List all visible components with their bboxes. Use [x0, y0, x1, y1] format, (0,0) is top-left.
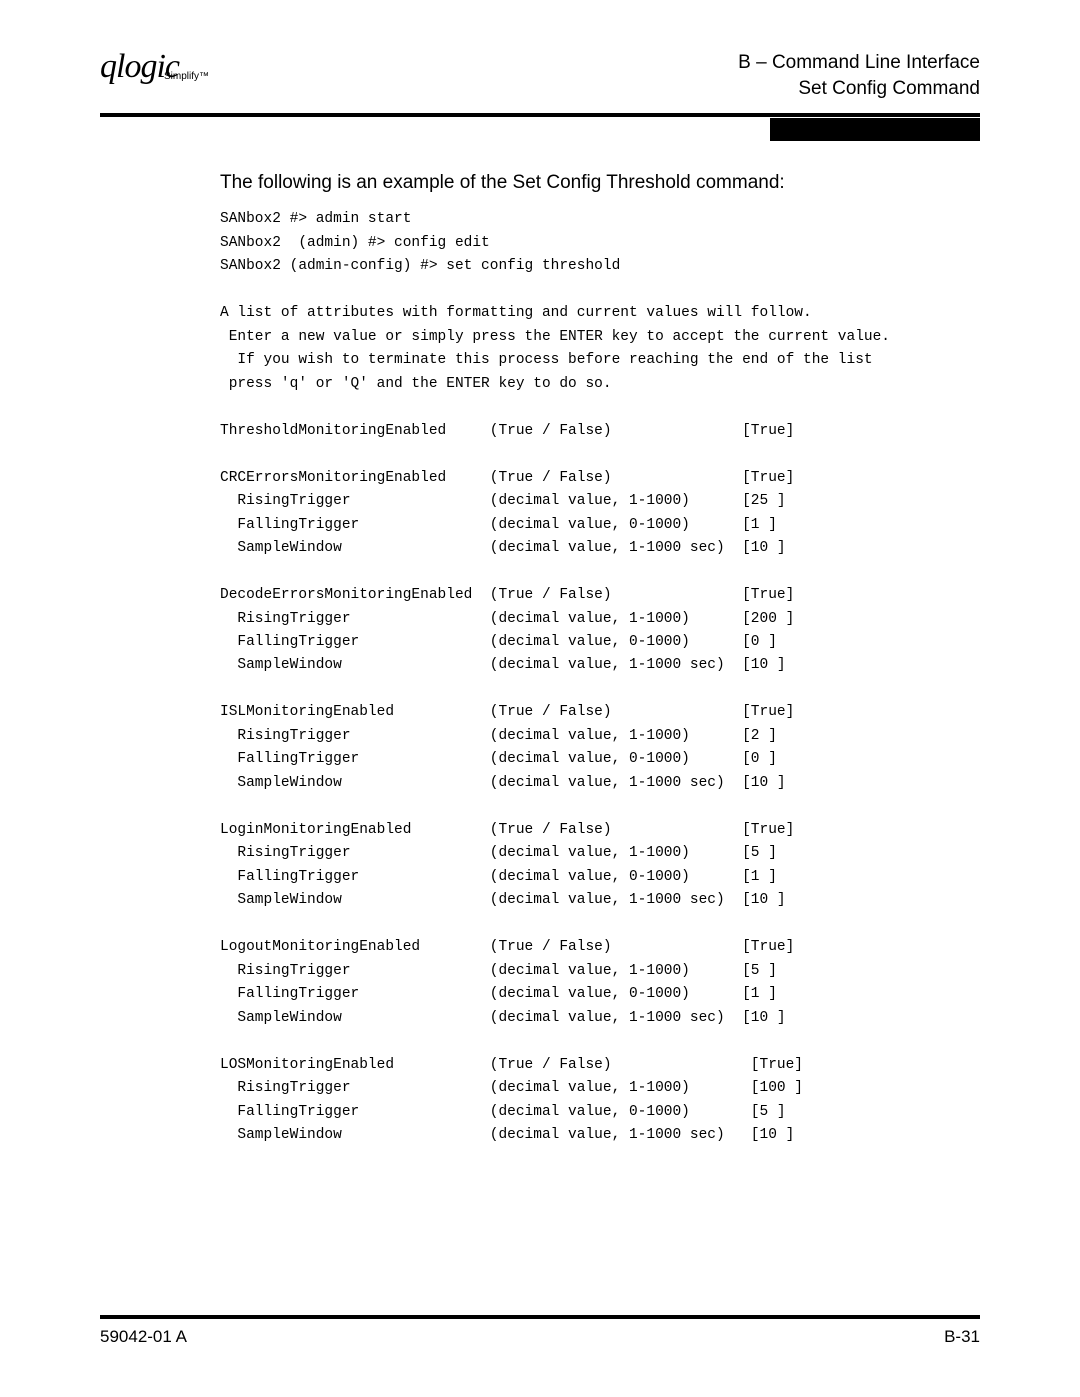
- content: The following is an example of the Set C…: [220, 172, 980, 1147]
- page-header: qlogic Simplify™ B – Command Line Interf…: [100, 50, 980, 113]
- header-rule: [100, 113, 980, 117]
- header-title-block: B – Command Line Interface Set Config Co…: [738, 50, 980, 101]
- intro-text: The following is an example of the Set C…: [220, 172, 980, 194]
- cli-line: press 'q' or 'Q' and the ENTER key to do…: [220, 376, 612, 392]
- cli-line: SANbox2 (admin) #> config edit: [220, 235, 490, 251]
- cli-line: A list of attributes with formatting and…: [220, 305, 812, 321]
- section-tab: [770, 118, 980, 141]
- header-line1: B – Command Line Interface: [738, 50, 980, 76]
- cli-line: SANbox2 (admin-config) #> set config thr…: [220, 258, 620, 274]
- logo-sub: Simplify™: [164, 72, 209, 82]
- cli-line: Enter a new value or simply press the EN…: [220, 329, 890, 345]
- cli-line: If you wish to terminate this process be…: [220, 352, 873, 368]
- page-footer: 59042-01 A B-31: [100, 1315, 980, 1347]
- logo: qlogic Simplify™: [100, 50, 179, 84]
- footer-right: B-31: [944, 1327, 980, 1347]
- header-line2: Set Config Command: [738, 76, 980, 102]
- footer-left: 59042-01 A: [100, 1327, 187, 1347]
- cli-output: SANbox2 #> admin start SANbox2 (admin) #…: [220, 208, 980, 1147]
- cli-line: SANbox2 #> admin start: [220, 211, 411, 227]
- footer-rule: [100, 1315, 980, 1319]
